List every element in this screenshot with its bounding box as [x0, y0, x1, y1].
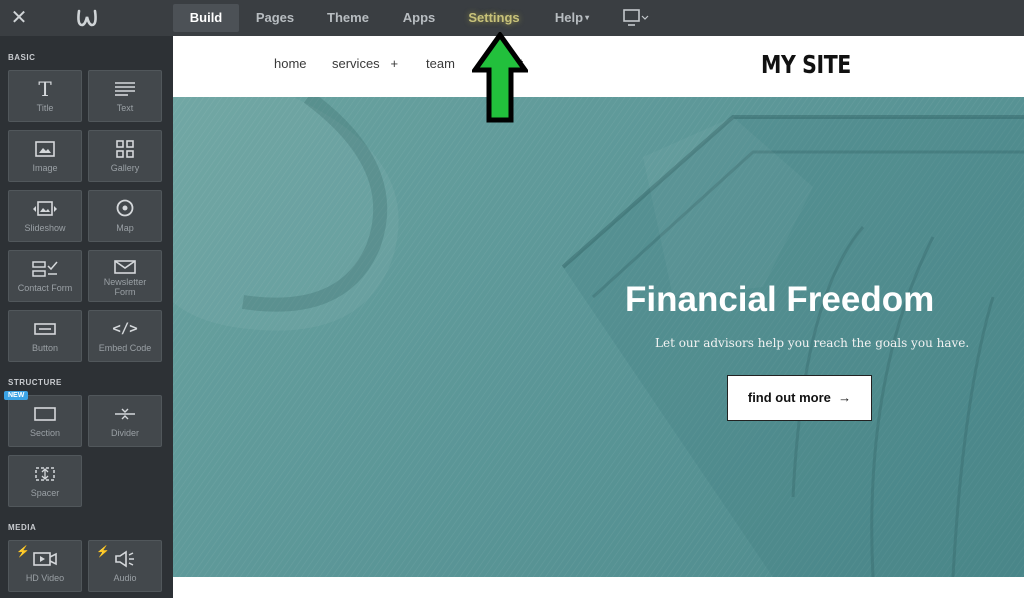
text-icon [89, 79, 161, 99]
section-title-basic: BASIC [8, 53, 36, 62]
element-contact-form[interactable]: Contact Form [8, 250, 82, 302]
desktop-icon[interactable] [622, 8, 650, 28]
site-nav-services[interactable]: services + [332, 56, 398, 71]
site-nav-home[interactable]: home [274, 56, 307, 71]
gallery-icon [89, 139, 161, 159]
slideshow-icon [9, 199, 81, 219]
tab-build[interactable]: Build [173, 4, 239, 32]
weebly-logo-icon[interactable] [76, 8, 98, 28]
element-title[interactable]: T Title [8, 70, 82, 122]
tile-label: Button [31, 343, 59, 353]
tile-label: HD Video [25, 573, 65, 583]
element-image[interactable]: Image [8, 130, 82, 182]
tile-label: Slideshow [24, 223, 66, 233]
tile-label: Audio [113, 573, 137, 583]
element-map[interactable]: Map [88, 190, 162, 242]
tile-label: Image [32, 163, 58, 173]
tile-label: Title [36, 103, 54, 113]
chevron-down-icon: ▾ [585, 13, 590, 22]
hero-section[interactable]: Financial Freedom Let our advisors help … [173, 97, 1024, 577]
image-icon [9, 139, 81, 159]
element-embed-code[interactable]: </> Embed Code [88, 310, 162, 362]
tab-pages[interactable]: Pages [246, 4, 304, 32]
tab-settings[interactable]: Settings [460, 4, 528, 32]
elements-sidebar: BASIC T Title Text Image Gallery Slidesh… [0, 36, 173, 598]
tab-apps[interactable]: Apps [394, 4, 444, 32]
tile-label: Embed Code [98, 343, 152, 353]
audio-icon [89, 549, 161, 569]
title-icon: T [38, 77, 52, 101]
element-text[interactable]: Text [88, 70, 162, 122]
element-button[interactable]: Button [8, 310, 82, 362]
site-header: home services + team ct MY SITE [173, 36, 1024, 97]
tile-label: Contact Form [17, 283, 73, 293]
hero-title[interactable]: Financial Freedom [625, 280, 934, 320]
button-icon [9, 319, 81, 339]
divider-icon [89, 404, 161, 424]
section-title-structure: STRUCTURE [8, 378, 62, 387]
top-toolbar: ✕ Build Pages Theme Apps Settings Help ▾ [0, 0, 1024, 36]
element-gallery[interactable]: Gallery [88, 130, 162, 182]
spacer-icon [9, 464, 81, 484]
hero-subtitle[interactable]: Let our advisors help you reach the goal… [655, 336, 969, 350]
element-audio[interactable]: ⚡ Audio [88, 540, 162, 592]
element-spacer[interactable]: Spacer [8, 455, 82, 507]
section-icon [9, 404, 81, 424]
tile-label: Newsletter Form [103, 277, 147, 297]
new-badge: NEW [4, 391, 29, 400]
contact-form-icon [9, 259, 81, 279]
help-label: Help [554, 10, 584, 25]
tab-help[interactable]: Help ▾ [548, 4, 596, 32]
tile-label: Map [116, 223, 134, 233]
map-pin-icon [89, 199, 161, 219]
section-title-media: MEDIA [8, 523, 37, 532]
site-nav-team[interactable]: team [426, 56, 455, 71]
element-newsletter-form[interactable]: Newsletter Form [88, 250, 162, 302]
tile-label: Text [116, 103, 134, 113]
code-icon: </> [112, 321, 138, 337]
envelope-icon [89, 257, 161, 277]
find-out-more-button[interactable]: find out more → [727, 375, 872, 421]
close-icon[interactable]: ✕ [8, 7, 30, 29]
tile-label: Section [29, 428, 61, 438]
element-divider[interactable]: Divider [88, 395, 162, 447]
tile-label: Spacer [30, 488, 60, 498]
element-slideshow[interactable]: Slideshow [8, 190, 82, 242]
green-up-arrow-icon [472, 32, 528, 123]
site-title[interactable]: MY SITE [761, 50, 851, 79]
tile-label: Gallery [110, 163, 140, 173]
video-icon [9, 549, 81, 569]
tab-theme[interactable]: Theme [318, 4, 378, 32]
tile-label: Divider [110, 428, 139, 438]
element-section[interactable]: Section [8, 395, 82, 447]
element-hd-video[interactable]: ⚡ HD Video [8, 540, 82, 592]
site-canvas: home services + team ct MY SITE [173, 36, 1024, 598]
